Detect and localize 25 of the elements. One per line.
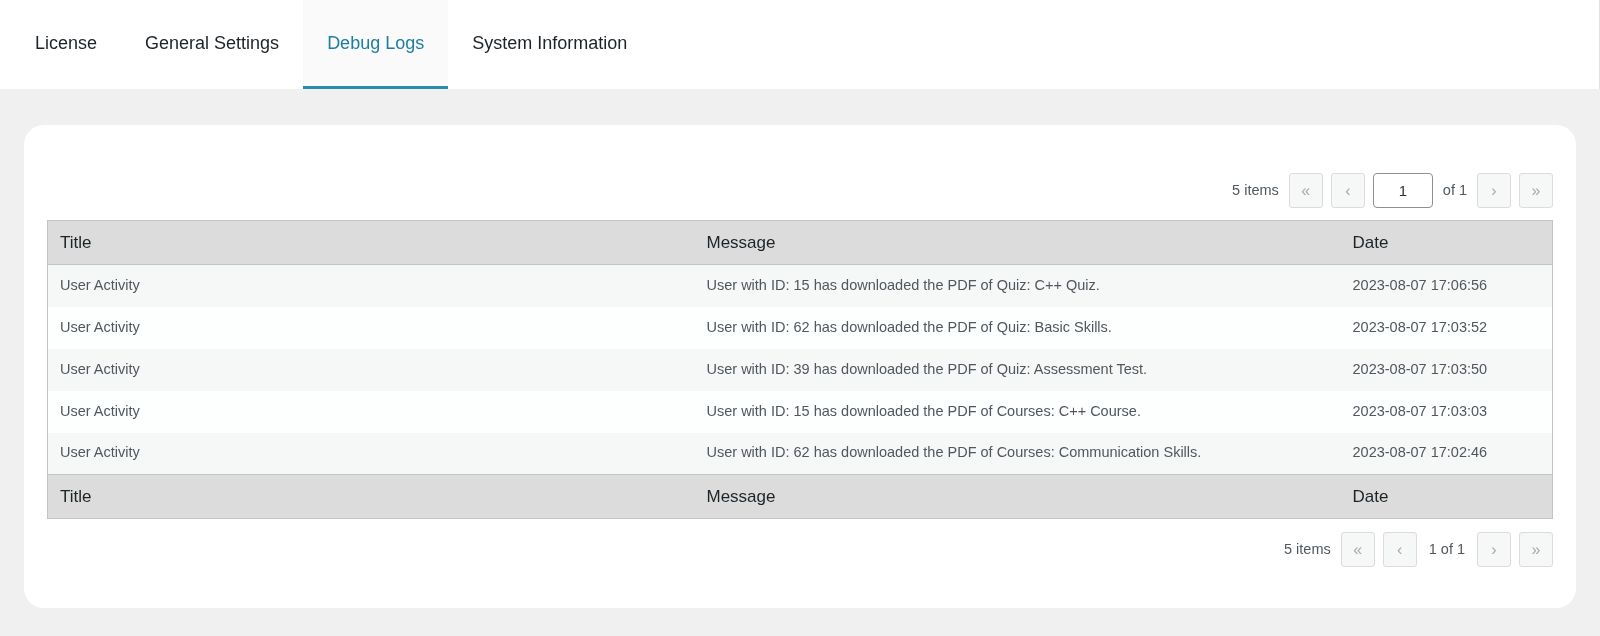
column-header: Title	[47, 220, 695, 265]
item-count: 5 items	[1283, 539, 1331, 559]
column-header: Date	[1340, 474, 1553, 519]
table-cell: 2023-08-07 17:03:52	[1340, 306, 1553, 349]
table-cell: User with ID: 62 has downloaded the PDF of Courses: Communication Skills.	[694, 432, 1341, 475]
table-cell: User with ID: 39 has downloaded the PDF of Quiz: Assessment Test.	[694, 348, 1341, 391]
table-cell: 2023-08-07 17:03:03	[1340, 390, 1553, 433]
tab[interactable]: Debug Logs	[303, 0, 449, 89]
table-cell: User with ID: 15 has downloaded the PDF of Quiz: C++ Quiz.	[694, 264, 1341, 307]
column-header: Date	[1340, 220, 1553, 265]
table-cell: User Activity	[47, 390, 695, 433]
item-count: 5 items	[1232, 180, 1279, 200]
table-cell: 2023-08-07 17:06:56	[1340, 264, 1553, 307]
column-header: Message	[694, 220, 1341, 265]
table-cell: 2023-08-07 17:03:50	[1340, 348, 1553, 391]
table-cell: User Activity	[47, 306, 695, 349]
table-cell: User Activity	[47, 432, 695, 475]
table-cell: User Activity	[47, 264, 695, 307]
page-info: 1 of 1	[1427, 539, 1466, 559]
table-cell: 2023-08-07 17:02:46	[1340, 432, 1553, 475]
table-cell: User Activity	[47, 348, 695, 391]
column-header: Title	[47, 474, 695, 519]
page-input[interactable]: 1	[1372, 173, 1433, 208]
page-total: of 1	[1441, 180, 1468, 200]
column-header: Message	[694, 474, 1341, 519]
